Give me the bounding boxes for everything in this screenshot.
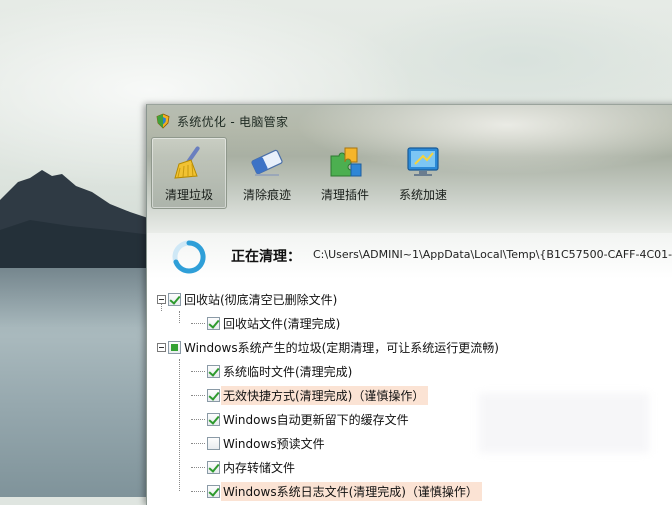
window-title: 系统优化 - 电脑管家: [177, 114, 289, 129]
tab-clean-plugins[interactable]: 清理插件: [307, 137, 383, 209]
tab-system-speedup-label: 系统加速: [398, 188, 447, 202]
tree-connector: [191, 490, 205, 492]
cleaning-status: 正在清理： C:\Users\ADMINI~1\AppData\Local\Te…: [147, 233, 672, 279]
item-label: 系统临时文件(清理完成): [223, 364, 353, 379]
item-checkbox[interactable]: [207, 412, 220, 426]
item-checkbox[interactable]: [207, 436, 220, 450]
tab-clear-traces-label: 清除痕迹: [242, 188, 291, 202]
tree-connector: [191, 442, 205, 444]
item-label-caution: Windows系统日志文件(清理完成)（谨慎操作）: [221, 481, 482, 501]
pc-manager-window: 系统优化 - 电脑管家 清理垃圾 清除痕迹 清理插件 系统加速 正在清理： C:…: [146, 104, 672, 505]
tab-clean-junk-label: 清理垃圾: [164, 188, 213, 202]
group-label: 回收站(彻底清空已删除文件): [184, 292, 338, 307]
tab-clear-traces[interactable]: 清除痕迹: [229, 137, 305, 209]
collapse-toggle[interactable]: [157, 294, 166, 304]
item-checkbox[interactable]: [207, 484, 220, 498]
current-file-path: C:\Users\ADMINI~1\AppData\Local\Temp\{B1…: [313, 248, 672, 261]
blurred-overlay: [479, 393, 649, 453]
tree-connector: [191, 370, 205, 372]
broom-icon: [174, 146, 200, 179]
tab-clean-junk[interactable]: 清理垃圾: [151, 137, 227, 209]
tree-item: 内存转储文件: [157, 455, 672, 479]
puzzle-icon: [330, 147, 362, 177]
tree-connector: [191, 322, 205, 324]
tree-item: Windows系统日志文件(清理完成)（谨慎操作）: [157, 479, 672, 503]
eraser-icon: [251, 149, 283, 176]
window-titlebar[interactable]: 系统优化 - 电脑管家: [155, 111, 288, 131]
tree-item: 系统临时文件(清理完成): [157, 359, 672, 383]
item-checkbox[interactable]: [207, 388, 220, 402]
item-label-caution: 无效快捷方式(清理完成)（谨慎操作）: [221, 385, 429, 405]
tree-connector: [179, 311, 180, 323]
monitor-speed-icon: [407, 147, 439, 176]
status-label: 正在清理：: [231, 249, 301, 265]
main-toolbar: 清理垃圾 清除痕迹 清理插件 系统加速: [151, 137, 461, 209]
group-label: Windows系统产生的垃圾(定期清理，可让系统运行更流畅): [184, 340, 499, 355]
tab-system-speedup[interactable]: 系统加速: [385, 137, 461, 209]
item-checkbox[interactable]: [207, 364, 220, 378]
tree-connector: [191, 394, 205, 396]
item-checkbox[interactable]: [207, 460, 220, 474]
collapse-toggle[interactable]: [157, 342, 166, 352]
group-checkbox[interactable]: [168, 340, 181, 354]
tree-group-recycle-bin: 回收站(彻底清空已删除文件): [157, 287, 672, 311]
item-label: 回收站文件(清理完成): [223, 316, 341, 331]
tab-clean-plugins-label: 清理插件: [320, 188, 369, 202]
mountains-illustration: [0, 170, 160, 280]
item-checkbox[interactable]: [207, 316, 220, 330]
item-label: 内存转储文件: [223, 460, 296, 475]
group-checkbox[interactable]: [168, 292, 181, 306]
loading-spinner-icon: [172, 240, 206, 274]
lake-reflection: [0, 268, 160, 328]
window-header: 系统优化 - 电脑管家 清理垃圾 清除痕迹 清理插件 系统加速: [147, 105, 672, 233]
tree-connector: [191, 418, 205, 420]
tree-connector: [191, 466, 205, 468]
tree-group-windows-junk: Windows系统产生的垃圾(定期清理，可让系统运行更流畅): [157, 335, 672, 359]
tree-item: 回收站文件(清理完成): [157, 311, 672, 335]
shield-app-icon: [156, 113, 170, 129]
item-label: Windows预读文件: [223, 436, 325, 451]
cleanup-panel: 正在清理： C:\Users\ADMINI~1\AppData\Local\Te…: [147, 233, 672, 505]
item-label: Windows自动更新留下的缓存文件: [223, 412, 409, 427]
